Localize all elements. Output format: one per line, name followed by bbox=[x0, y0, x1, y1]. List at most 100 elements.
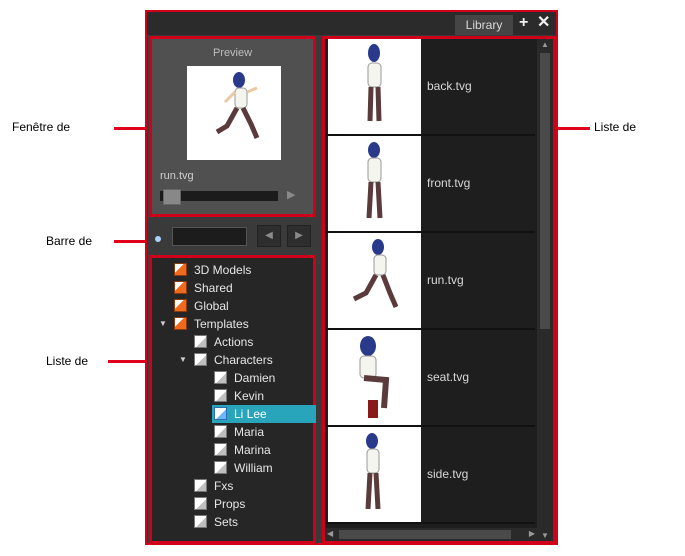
tree-item[interactable]: ▼ Characters bbox=[179, 351, 273, 369]
tree-item-label: Shared bbox=[194, 281, 233, 295]
tree-item-label: Characters bbox=[214, 353, 273, 367]
scroll-right-icon[interactable]: ▶ bbox=[529, 529, 535, 538]
search-icon bbox=[155, 236, 161, 242]
folder-icon bbox=[174, 299, 187, 312]
folder-icon bbox=[194, 353, 207, 366]
tree-item[interactable]: Fxs bbox=[194, 477, 233, 495]
callout-line-template bbox=[558, 127, 590, 130]
character-image bbox=[365, 433, 381, 510]
character-image bbox=[352, 239, 399, 308]
template-label: seat.tvg bbox=[427, 370, 470, 384]
template-thumbnail bbox=[328, 136, 421, 231]
chevron-right-icon[interactable]: ▶ bbox=[287, 225, 311, 247]
tree-item-label: Maria bbox=[234, 425, 265, 439]
folder-tree: 3D Models Shared Global ▼ Templates Actions ▼ C… bbox=[149, 255, 316, 544]
scroll-up-icon[interactable]: ▲ bbox=[541, 40, 549, 49]
expand-arrow-icon[interactable]: ▼ bbox=[179, 351, 187, 369]
vertical-scrollbar[interactable]: ▲ ▼ bbox=[537, 39, 553, 541]
scroll-down-icon[interactable]: ▼ bbox=[541, 531, 549, 540]
template-item[interactable]: run.tvg bbox=[325, 233, 535, 330]
tree-item-label: William bbox=[234, 461, 273, 475]
preview-window: Preview run.tvg ▶ bbox=[149, 36, 316, 217]
preview-thumbnail bbox=[187, 66, 281, 160]
search-input[interactable] bbox=[172, 227, 247, 246]
template-label: run.tvg bbox=[427, 273, 464, 287]
tree-item[interactable]: Props bbox=[194, 495, 245, 513]
tree-item[interactable]: Kevin bbox=[214, 387, 264, 405]
template-item[interactable]: back.tvg bbox=[325, 39, 535, 136]
callout-line-folder bbox=[108, 360, 146, 363]
character-image bbox=[366, 142, 383, 219]
tree-item[interactable]: William bbox=[214, 459, 273, 477]
callout-line-preview bbox=[114, 127, 146, 130]
horizontal-scrollbar[interactable]: ◀ ▶ bbox=[325, 528, 537, 541]
folder-icon bbox=[174, 281, 187, 294]
tree-item-label: Sets bbox=[214, 515, 239, 529]
scroll-thumb-horizontal[interactable] bbox=[339, 530, 511, 539]
template-thumbnail bbox=[328, 427, 421, 522]
plus-icon[interactable]: + bbox=[519, 13, 528, 33]
callout-search-bar: Barre de bbox=[46, 234, 93, 248]
callout-template-list: Liste de bbox=[594, 120, 637, 134]
template-label: front.tvg bbox=[427, 176, 471, 190]
tree-item[interactable]: ▼ Templates bbox=[159, 315, 249, 333]
folder-icon bbox=[214, 425, 227, 438]
template-label: side.tvg bbox=[427, 467, 469, 481]
tree-item[interactable]: Global bbox=[174, 297, 229, 315]
tree-item-label: Fxs bbox=[214, 479, 234, 493]
tree-item-label: Global bbox=[194, 299, 229, 313]
callout-line-search bbox=[114, 240, 146, 243]
play-icon[interactable]: ▶ bbox=[287, 188, 295, 201]
folder-icon bbox=[214, 389, 227, 402]
scroll-left-icon[interactable]: ◀ bbox=[327, 529, 333, 538]
template-thumbnail bbox=[328, 39, 421, 134]
library-panel: Library + ✕ Preview run.tvg ▶ ◀ ▶ 3D Mod… bbox=[145, 10, 558, 545]
callout-folder-list: Liste de bbox=[46, 354, 89, 368]
tab-library[interactable]: Library bbox=[455, 15, 513, 35]
tree-item[interactable]: Sets bbox=[194, 513, 238, 531]
tree-item-label: Props bbox=[214, 497, 246, 511]
expand-arrow-icon[interactable]: ▼ bbox=[159, 315, 167, 333]
tree-item[interactable]: Shared bbox=[174, 279, 233, 297]
callout-preview-window: Fenêtre de bbox=[12, 120, 71, 134]
folder-icon bbox=[194, 515, 207, 528]
folder-icon bbox=[194, 497, 207, 510]
folder-icon bbox=[214, 407, 227, 420]
tree-item[interactable]: Maria bbox=[214, 423, 264, 441]
tree-item[interactable]: Marina bbox=[214, 441, 271, 459]
tree-item-label: Damien bbox=[234, 371, 276, 385]
tree-item-label: Kevin bbox=[234, 389, 265, 403]
template-thumbnail bbox=[328, 233, 421, 328]
scroll-thumb[interactable] bbox=[540, 53, 550, 329]
folder-icon bbox=[174, 263, 187, 276]
tab-bar: Library + ✕ bbox=[147, 12, 556, 35]
template-list: back.tvg front.tvg run.tvg seat.tvg side.tvg… bbox=[322, 36, 556, 544]
preview-label: Preview bbox=[212, 47, 253, 59]
slider-handle[interactable] bbox=[163, 189, 181, 205]
chevron-left-icon[interactable]: ◀ bbox=[257, 225, 281, 247]
tree-item[interactable]: Damien bbox=[214, 369, 275, 387]
folder-icon bbox=[214, 443, 227, 456]
folder-icon bbox=[194, 479, 207, 492]
preview-file-name: run.tvg bbox=[160, 170, 194, 182]
template-thumbnail bbox=[328, 330, 421, 425]
template-item[interactable]: side.tvg bbox=[325, 427, 535, 524]
character-image bbox=[367, 44, 382, 122]
template-label: back.tvg bbox=[427, 79, 472, 93]
template-item[interactable]: seat.tvg bbox=[325, 330, 535, 427]
tree-item-label: Marina bbox=[234, 443, 271, 457]
folder-icon bbox=[214, 461, 227, 474]
template-item[interactable]: front.tvg bbox=[325, 136, 535, 233]
tree-item[interactable]: 3D Models bbox=[174, 261, 251, 279]
tree-item-label: 3D Models bbox=[194, 263, 252, 277]
tree-item[interactable]: Actions bbox=[194, 333, 253, 351]
running-character-image bbox=[215, 72, 260, 139]
close-icon[interactable]: ✕ bbox=[537, 13, 550, 33]
folder-icon bbox=[194, 335, 207, 348]
character-image bbox=[359, 336, 390, 418]
tree-item[interactable]: Li Lee bbox=[212, 405, 316, 423]
tree-item-label: Actions bbox=[214, 335, 254, 349]
folder-icon bbox=[174, 317, 187, 330]
tree-item-label: Li Lee bbox=[234, 407, 267, 421]
folder-icon bbox=[214, 371, 227, 384]
